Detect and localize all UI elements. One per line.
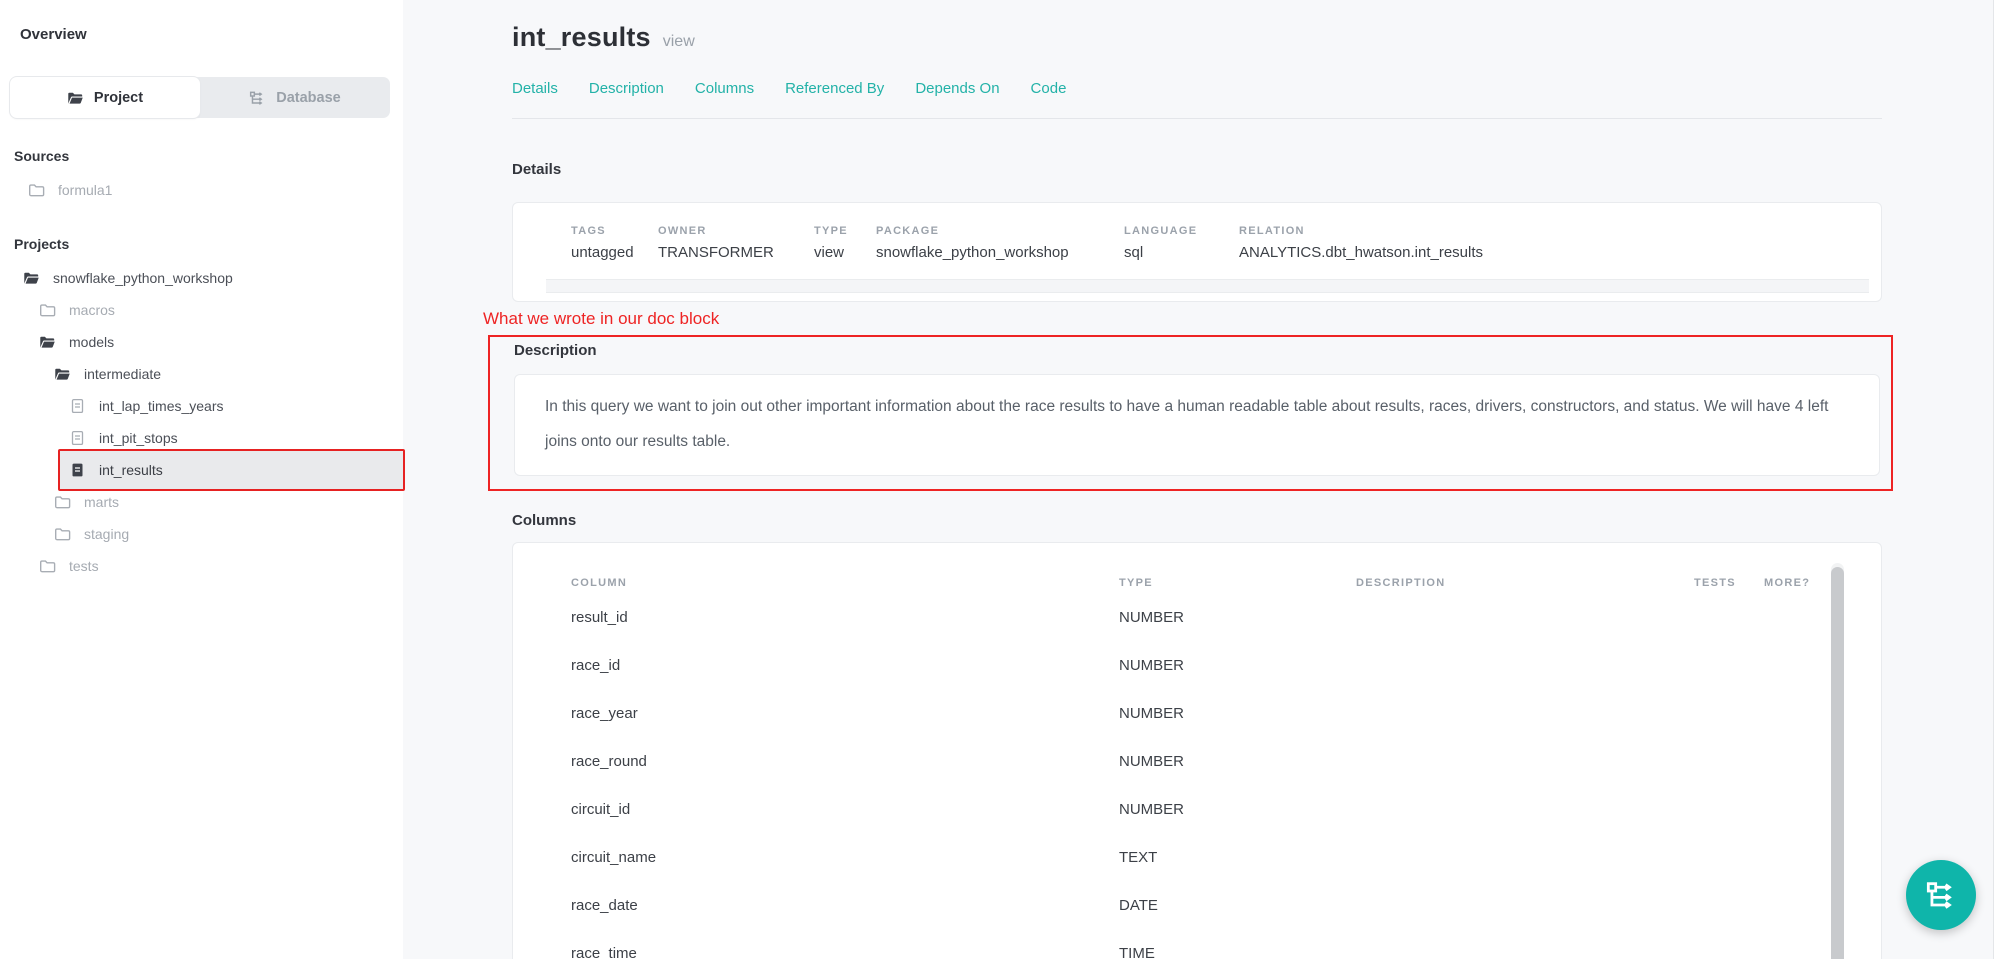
sources-tree: formula1 (0, 174, 403, 206)
tree-item-tests[interactable]: tests (0, 550, 403, 582)
details-collapsed-row[interactable] (546, 279, 1869, 293)
description-section-heading: Description (514, 342, 1891, 359)
detail-field-type: TYPE view (814, 225, 876, 261)
columns-card: COLUMN TYPE DESCRIPTION TESTS MORE? resu… (512, 542, 1882, 959)
tree-item-int-lap-times-years[interactable]: int_lap_times_years (0, 390, 403, 422)
tree-item-intermediate[interactable]: intermediate (0, 358, 403, 390)
tree-item-label: models (69, 334, 114, 350)
table-row-circuit-id[interactable]: circuit_id NUMBER (546, 785, 1845, 833)
table-row-race-id[interactable]: race_id NUMBER (546, 641, 1845, 689)
tree-item-label: int_lap_times_years (99, 398, 224, 414)
tab-columns[interactable]: Columns (695, 80, 754, 97)
file-filled-icon (69, 462, 86, 478)
columns-table-header: COLUMN TYPE DESCRIPTION TESTS MORE? (546, 577, 1845, 589)
table-row-circuit-name[interactable]: circuit_name TEXT (546, 833, 1845, 881)
table-scrollbar-track[interactable] (1831, 563, 1844, 959)
detail-field-tags: TAGS untagged (546, 225, 658, 261)
table-row-race-time[interactable]: race_time TIME (546, 929, 1845, 959)
tree-item-label: formula1 (58, 182, 112, 198)
file-icon (69, 430, 86, 446)
table-row-race-round[interactable]: race_round NUMBER (546, 737, 1845, 785)
tab-depends-on[interactable]: Depends On (915, 80, 999, 97)
header-divider (512, 118, 1882, 119)
projects-heading: Projects (0, 236, 403, 252)
sources-heading: Sources (0, 148, 403, 164)
page-scrollbar[interactable] (1993, 0, 2000, 959)
resource-type-badge: view (663, 33, 695, 51)
folder-open-icon (39, 334, 56, 350)
folder-closed-icon (54, 526, 71, 542)
table-row-result-id[interactable]: result_id NUMBER (546, 593, 1845, 641)
col-header-description: DESCRIPTION (1356, 577, 1694, 589)
tree-item-staging[interactable]: staging (0, 518, 403, 550)
detail-field-language: LANGUAGE sql (1124, 225, 1239, 261)
app-window: Overview Project Database Sources (0, 0, 2000, 959)
main-panel: int_results view Details Description Col… (403, 0, 2000, 959)
detail-field-owner: OWNER TRANSFORMER (658, 225, 814, 261)
description-body: In this query we want to join out other … (545, 389, 1849, 459)
tab-description[interactable]: Description (589, 80, 664, 97)
view-mode-toggle: Project Database (10, 77, 390, 118)
detail-field-relation: RELATION ANALYTICS.dbt_hwatson.int_resul… (1239, 225, 1483, 261)
tree-item-macros[interactable]: macros (0, 294, 403, 326)
col-header-column: COLUMN (571, 577, 1119, 589)
red-annotation-text: What we wrote in our doc block (483, 309, 1882, 329)
tab-details[interactable]: Details (512, 80, 558, 97)
table-scrollbar-thumb[interactable] (1831, 567, 1844, 959)
detail-field-package: PACKAGE snowflake_python_workshop (876, 225, 1124, 261)
tree-item-label: staging (84, 526, 129, 542)
tree-item-models[interactable]: models (0, 326, 403, 358)
col-header-tests: TESTS (1694, 577, 1764, 589)
tab-referenced-by[interactable]: Referenced By (785, 80, 884, 97)
tree-item-label: tests (69, 558, 99, 574)
folder-open-icon (23, 270, 40, 286)
folder-closed-icon (54, 494, 71, 510)
columns-section-heading: Columns (512, 512, 1882, 529)
col-header-type: TYPE (1119, 577, 1356, 589)
toggle-project-label: Project (94, 90, 143, 106)
page-header: int_results view (512, 22, 1882, 53)
tree-item-snowflake-python-workshop[interactable]: snowflake_python_workshop (0, 262, 403, 294)
overview-link[interactable]: Overview (0, 26, 403, 43)
folder-open-icon (67, 90, 84, 106)
toggle-project-tab[interactable]: Project (10, 77, 200, 118)
tree-item-int-results-selected[interactable]: int_results (0, 454, 403, 486)
folder-open-icon (54, 366, 71, 382)
file-icon (69, 398, 86, 414)
tree-item-label: marts (84, 494, 119, 510)
red-annotation-box: Description In this query we want to joi… (488, 335, 1893, 491)
lineage-icon (249, 90, 266, 106)
tab-code[interactable]: Code (1031, 80, 1067, 97)
folder-closed-icon (39, 558, 56, 574)
tree-item-label: int_pit_stops (99, 430, 178, 446)
tree-item-formula1[interactable]: formula1 (0, 174, 403, 206)
sidebar: Overview Project Database Sources (0, 0, 403, 959)
tree-item-label: snowflake_python_workshop (53, 270, 233, 286)
table-row-race-year[interactable]: race_year NUMBER (546, 689, 1845, 737)
tree-item-label: macros (69, 302, 115, 318)
details-card: TAGS untagged OWNER TRANSFORMER TYPE vie… (512, 202, 1882, 302)
lineage-graph-icon (1925, 879, 1957, 911)
projects-tree: snowflake_python_workshop macros models … (0, 262, 403, 582)
folder-closed-icon (28, 182, 45, 198)
tree-item-label: int_results (99, 462, 163, 478)
section-tabs: Details Description Columns Referenced B… (512, 80, 1882, 97)
toggle-database-label: Database (276, 90, 340, 106)
folder-closed-icon (39, 302, 56, 318)
table-row-race-date[interactable]: race_date DATE (546, 881, 1845, 929)
page-title: int_results (512, 22, 651, 53)
description-card: In this query we want to join out other … (514, 374, 1880, 476)
lineage-graph-fab-button[interactable] (1906, 860, 1976, 930)
toggle-database-tab[interactable]: Database (200, 77, 390, 118)
details-section-heading: Details (512, 161, 1882, 178)
tree-item-label: intermediate (84, 366, 161, 382)
